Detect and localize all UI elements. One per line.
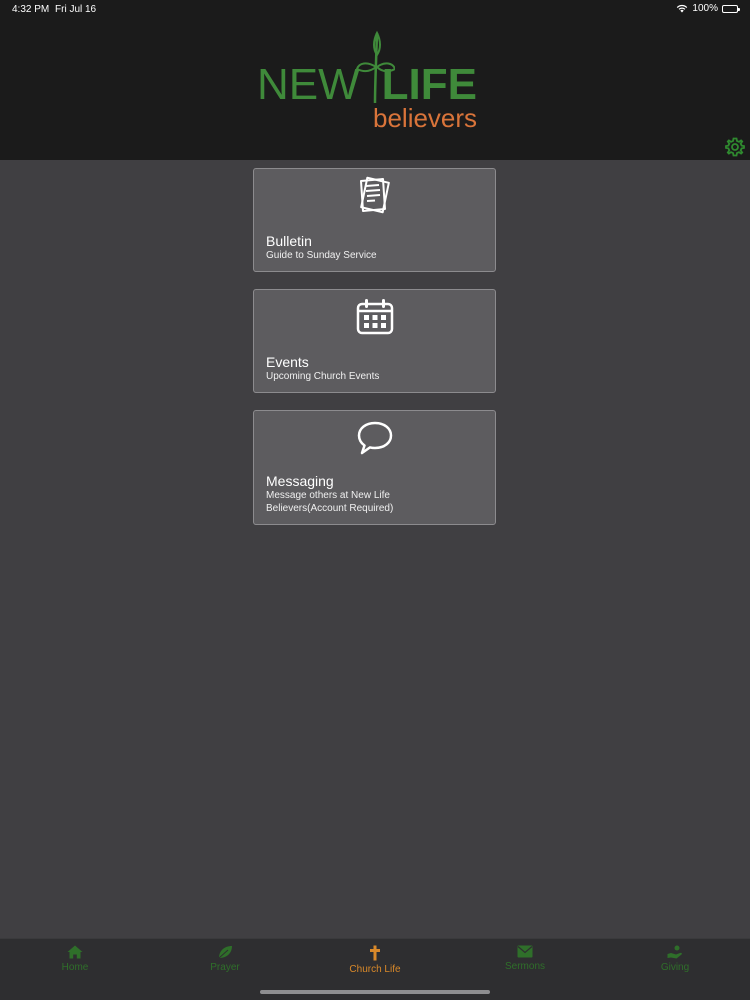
messaging-title: Messaging — [266, 473, 334, 489]
tab-church-life[interactable]: Church Life — [300, 945, 450, 985]
tab-sermons[interactable]: Sermons — [450, 945, 600, 985]
wifi-icon — [677, 4, 688, 13]
events-card[interactable]: Events Upcoming Church Events — [253, 289, 496, 393]
logo-wordmark: NEW LIFE — [257, 63, 477, 107]
messaging-subtitle: Message others at New Life Believers(Acc… — [266, 490, 394, 514]
new-life-believers-logo: NEW LIFE believers — [255, 25, 495, 137]
status-date: Fri Jul 16 — [55, 4, 97, 15]
tab-home-label: Home — [61, 962, 89, 973]
tab-prayer[interactable]: Prayer — [150, 945, 300, 985]
tab-prayer-label: Prayer — [210, 962, 240, 973]
tab-church-life-label: Church Life — [349, 964, 401, 975]
cross-icon — [370, 945, 380, 961]
events-subtitle: Upcoming Church Events — [266, 371, 380, 382]
tab-home[interactable]: Home — [0, 945, 150, 985]
envelope-icon — [517, 945, 533, 958]
speech-bubble-icon — [357, 421, 393, 455]
home-icon — [67, 945, 83, 959]
logo-word-life: LIFE — [381, 60, 477, 109]
calendar-icon — [356, 299, 394, 335]
tab-giving-label: Giving — [660, 962, 690, 973]
bulletin-subtitle: Guide to Sunday Service — [266, 250, 377, 261]
logo-word-believers: believers — [373, 103, 478, 133]
messaging-card[interactable]: Messaging Message others at New Life Bel… — [253, 410, 496, 525]
status-right: 100% — [676, 3, 740, 14]
status-time: 4:32 PM — [12, 4, 50, 15]
tab-sermons-label: Sermons — [504, 961, 545, 972]
giving-hand-icon — [667, 945, 682, 959]
bulletin-card[interactable]: Bulletin Guide to Sunday Service — [253, 168, 496, 272]
events-title: Events — [266, 354, 309, 370]
logo-word-new: NEW — [257, 60, 360, 109]
battery-icon — [722, 4, 740, 13]
battery-percent: 100% — [692, 3, 718, 14]
tab-giving[interactable]: Giving — [600, 945, 750, 985]
bulletin-icon — [360, 176, 390, 214]
leaf-icon — [218, 946, 232, 959]
header: 4:32 PM Fri Jul 16 100% NEW LIFE believer… — [0, 0, 750, 160]
gear-icon[interactable] — [725, 137, 745, 157]
bulletin-title: Bulletin — [266, 233, 312, 249]
status-bar: 4:32 PM Fri Jul 16 100% — [0, 0, 750, 18]
home-indicator — [260, 990, 490, 994]
